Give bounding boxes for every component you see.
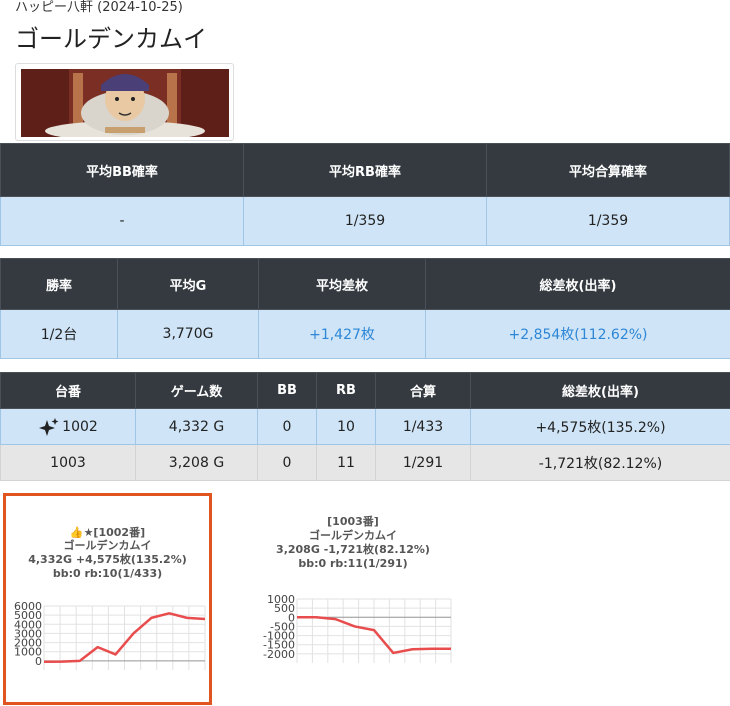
- value-avg-total: 1/359: [486, 196, 730, 246]
- value-avg-bb: -: [0, 196, 244, 246]
- rb-cell: 10: [316, 408, 376, 445]
- combined-cell: 1/433: [375, 408, 471, 445]
- probability-summary-table: 平均BB確率 平均RB確率 平均合算確率 - 1/359 1/359: [0, 143, 730, 246]
- diff-cell: -1,721枚(82.12%): [470, 444, 730, 481]
- hall-date: ハッピー八軒 (2024-10-25): [15, 0, 183, 15]
- y-tick-label: -2000: [263, 648, 295, 661]
- page-title: ゴールデンカムイ: [15, 25, 207, 53]
- y-tick-label: 0: [35, 655, 42, 668]
- header-avg-games: 平均G: [117, 258, 259, 310]
- table-row[interactable]: 1003 3,208 G 0 11 1/291 -1,721枚(82.12%): [0, 444, 730, 481]
- card-machine-stats: 4,332G +4,575枚(135.2%): [28, 553, 187, 566]
- card-machine-stats: 3,208G -1,721枚(82.12%): [276, 543, 430, 556]
- header-bb: BB: [257, 372, 317, 409]
- bb-cell: 0: [257, 408, 317, 445]
- header-avg-diff: 平均差枚: [258, 258, 426, 310]
- header-win-rate: 勝率: [0, 258, 118, 310]
- machine-image: [21, 69, 229, 137]
- header-avg-bb: 平均BB確率: [0, 143, 244, 197]
- games-cell: 3,208 G: [135, 444, 258, 481]
- machine-thumbnail: [15, 63, 234, 141]
- header-diff: 総差枚(出率): [470, 372, 730, 409]
- header-avg-total: 平均合算確率: [486, 143, 730, 197]
- card-machine-number: 👍★[1002番]: [69, 526, 146, 539]
- header-rb: RB: [316, 372, 376, 409]
- value-avg-games: 3,770G: [117, 309, 259, 359]
- machine-card-1002[interactable]: 👍★[1002番] ゴールデンカムイ 4,332G +4,575枚(135.2%…: [3, 493, 212, 705]
- machine-number-cell[interactable]: 1002: [0, 408, 136, 445]
- value-avg-rb: 1/359: [243, 196, 487, 246]
- machine-card-1003[interactable]: [1003番] ゴールデンカムイ 3,208G -1,721枚(82.12%) …: [253, 491, 453, 691]
- slump-chart-1003: 10005000-500-1000-1500-2000: [263, 593, 452, 663]
- machine-table: 台番 ゲーム数 BB RB 合算 総差枚(出率) 1002 4,332 G 0 …: [0, 372, 730, 481]
- combined-cell: 1/291: [375, 444, 471, 481]
- header-games: ゲーム数: [135, 372, 258, 409]
- value-win-rate: 1/2台: [0, 309, 118, 359]
- diff-cell: +4,575枚(135.2%): [470, 408, 730, 445]
- slump-chart-1002: 6000500040003000200010000: [14, 600, 206, 670]
- card-machine-name: ゴールデンカムイ: [63, 539, 152, 552]
- value-total-diff: +2,854枚(112.62%): [425, 309, 730, 359]
- header-avg-rb: 平均RB確率: [243, 143, 487, 197]
- games-cell: 4,332 G: [135, 408, 258, 445]
- bb-cell: 0: [257, 444, 317, 481]
- value-avg-diff: +1,427枚: [258, 309, 426, 359]
- card-machine-name: ゴールデンカムイ: [309, 529, 397, 542]
- rb-cell: 11: [316, 444, 376, 481]
- machine-number: 1002: [62, 418, 98, 435]
- results-summary-table: 勝率 平均G 平均差枚 総差枚(出率) 1/2台 3,770G +1,427枚 …: [0, 258, 730, 359]
- header-total-diff: 総差枚(出率): [425, 258, 730, 310]
- card-machine-bonus: bb:0 rb:10(1/433): [52, 567, 163, 580]
- table-row[interactable]: 1002 4,332 G 0 10 1/433 +4,575枚(135.2%): [0, 408, 730, 445]
- header-machine-number: 台番: [0, 372, 136, 409]
- header-combined: 合算: [375, 372, 471, 409]
- card-machine-number: [1003番]: [327, 515, 379, 528]
- card-machine-bonus: bb:0 rb:11(1/291): [298, 557, 408, 570]
- sparkle-icon: [39, 417, 59, 436]
- machine-number-cell[interactable]: 1003: [0, 444, 136, 481]
